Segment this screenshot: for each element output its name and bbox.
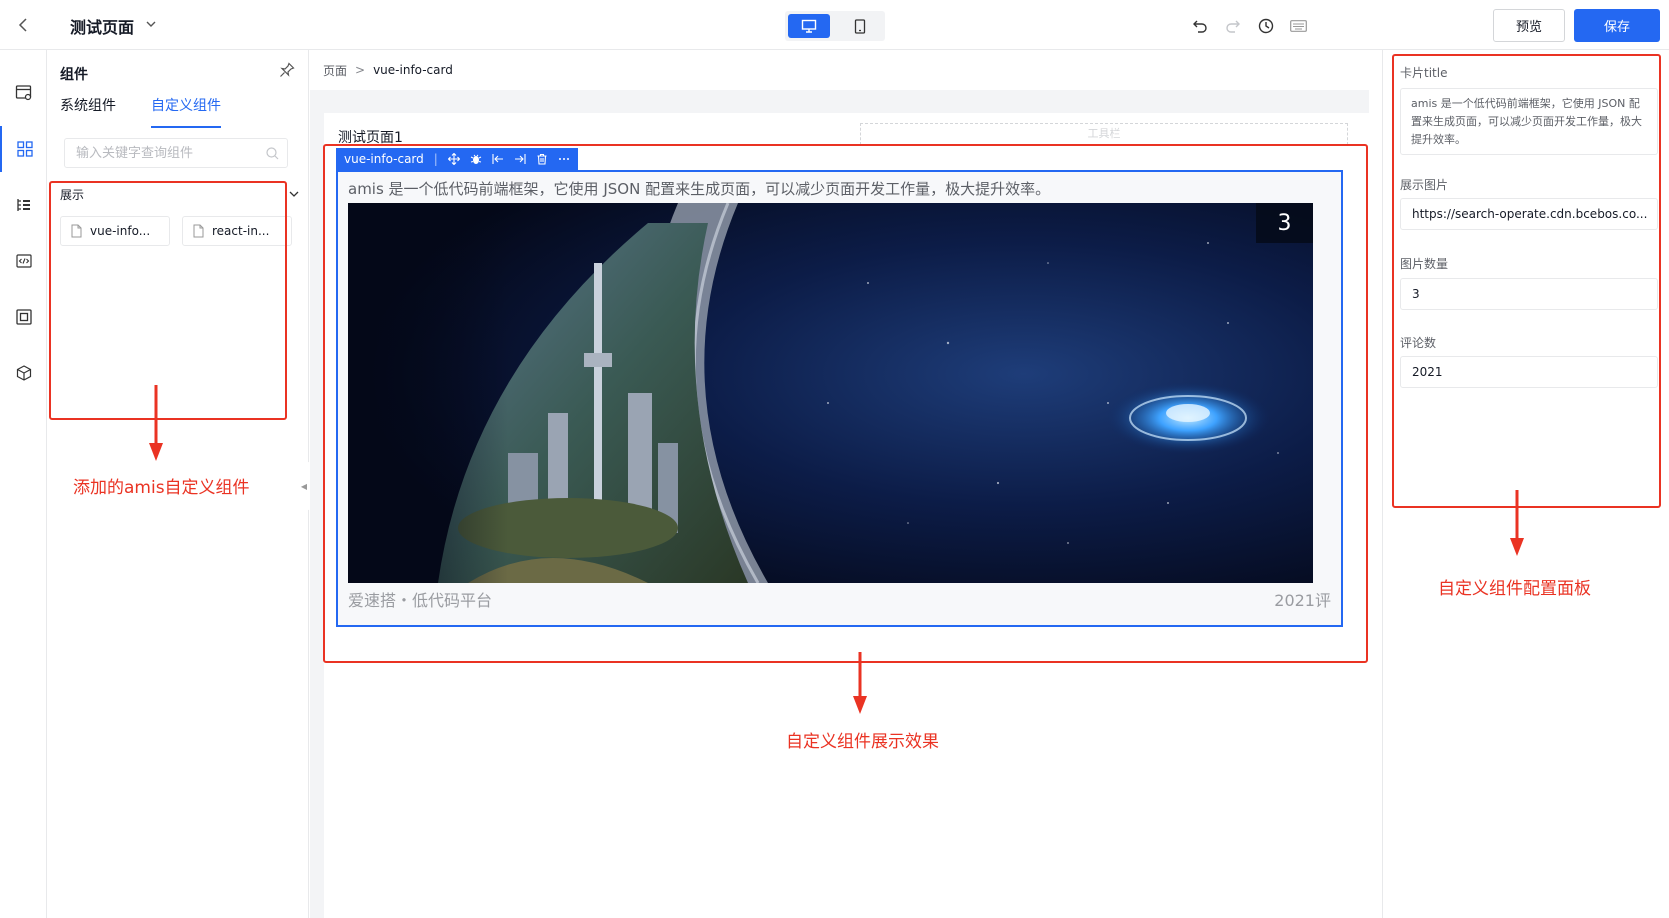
annotation-text-center: 自定义组件展示效果: [786, 732, 939, 752]
panel-title: 组件: [60, 67, 88, 83]
vue-info-card-component[interactable]: amis 是一个低代码前端框架，它使用 JSON 配置来生成页面，可以减少页面开…: [336, 170, 1343, 627]
field-label-card-title: 卡片title: [1400, 66, 1448, 80]
component-tabs: 系统组件 自定义组件: [47, 94, 309, 128]
rail-page-settings[interactable]: [0, 70, 47, 116]
breadcrumb-separator: >: [355, 63, 366, 77]
component-card-label: react-in...: [212, 224, 270, 238]
rail-outline[interactable]: [0, 182, 47, 228]
rail-dialogs[interactable]: [0, 294, 47, 340]
component-card-label: vue-info...: [90, 224, 151, 238]
page-settings-icon: [15, 85, 31, 101]
cube-icon: [16, 365, 31, 381]
sci-fi-city-illustration: [348, 203, 1313, 583]
mobile-preview-button[interactable]: [839, 14, 881, 38]
component-search-input[interactable]: [65, 139, 255, 167]
history-clock-icon[interactable]: [1257, 17, 1274, 34]
chevron-down-icon[interactable]: [288, 188, 300, 200]
breadcrumb-root[interactable]: 页面: [323, 62, 347, 79]
image-count-badge: 3: [1256, 203, 1313, 243]
move-right-icon[interactable]: [514, 153, 526, 165]
card-description: amis 是一个低代码前端框架，它使用 JSON 配置来生成页面，可以减少页面开…: [348, 180, 1051, 198]
pc-preview-button[interactable]: [788, 14, 830, 38]
tab-system-components[interactable]: 系统组件: [60, 94, 116, 128]
rail-custom-renderer[interactable]: [0, 350, 47, 396]
save-button[interactable]: 保存: [1574, 9, 1660, 42]
component-group-header[interactable]: 展示: [60, 186, 300, 206]
field-label-image-count: 图片数量: [1400, 257, 1449, 271]
comment-count-input[interactable]: 2021: [1400, 356, 1658, 388]
tab-custom-components[interactable]: 自定义组件: [151, 94, 221, 128]
preview-button[interactable]: 预览: [1493, 9, 1565, 42]
search-icon[interactable]: [266, 147, 279, 160]
component-card-vue-info[interactable]: vue-info...: [60, 216, 170, 246]
breadcrumb-current: vue-info-card: [373, 63, 453, 77]
component-search: [64, 138, 288, 168]
more-icon[interactable]: [558, 153, 570, 165]
file-icon: [71, 224, 82, 238]
rail-code[interactable]: [0, 238, 47, 284]
keyboard-icon[interactable]: [1290, 17, 1307, 34]
outline-tree-icon: [16, 199, 30, 211]
rail-components[interactable]: [0, 126, 47, 172]
selection-label: vue-info-card: [344, 152, 424, 166]
file-icon: [193, 224, 204, 238]
annotation-text-left: 添加的amis自定义组件: [73, 478, 250, 498]
selection-toolbar: vue-info-card |: [336, 148, 578, 170]
annotation-text-right: 自定义组件配置面板: [1438, 579, 1591, 599]
field-label-image: 展示图片: [1400, 178, 1449, 192]
page-preview: 测试页面1 工具栏 vue-info-card | amis 是一个低代码前端框…: [324, 113, 1384, 918]
grid-icon: [16, 141, 33, 157]
move-left-icon[interactable]: [492, 153, 504, 165]
image-url-input[interactable]: https://search-operate.cdn.bcebos.co...: [1400, 198, 1658, 230]
device-switch: [785, 11, 885, 41]
breadcrumb: 页面 > vue-info-card: [310, 50, 1369, 90]
delete-trash-icon[interactable]: [536, 153, 548, 165]
redo-icon[interactable]: [1224, 17, 1241, 34]
collapse-left-panel-handle[interactable]: ◀: [297, 462, 311, 510]
top-bar: 测试页面 预览 保存: [0, 0, 1669, 50]
chevron-down-icon[interactable]: [144, 17, 158, 31]
card-image: 3: [348, 203, 1313, 583]
field-label-comment-count: 评论数: [1400, 336, 1437, 350]
group-title: 展示: [60, 188, 85, 202]
pin-icon[interactable]: [279, 62, 295, 78]
tablet-icon: [854, 18, 866, 34]
toolbar-placeholder[interactable]: 工具栏: [860, 123, 1348, 145]
move-icon[interactable]: [447, 153, 460, 165]
editor-canvas: 页面 > vue-info-card 测试页面1 工具栏 vue-info-ca…: [310, 50, 1384, 918]
undo-icon[interactable]: [1191, 17, 1208, 34]
monitor-icon: [801, 19, 817, 33]
toolbar-divider: |: [433, 152, 438, 166]
card-footer-source: 爱速搭・低代码平台: [348, 591, 493, 610]
preview-page-title[interactable]: 测试页面1: [338, 127, 403, 147]
card-comment-count: 2021评: [1274, 591, 1331, 610]
code-icon: [15, 254, 32, 268]
image-count-input[interactable]: 3: [1400, 278, 1658, 310]
dialog-layers-icon: [15, 309, 32, 325]
debug-bug-icon[interactable]: [470, 153, 482, 165]
component-card-react-info[interactable]: react-in...: [182, 216, 292, 246]
page-title[interactable]: 测试页面: [70, 14, 134, 38]
card-title-textarea[interactable]: amis 是一个低代码前端框架，它使用 JSON 配置来生成页面，可以减少页面开…: [1400, 88, 1658, 155]
config-panel: 卡片title amis 是一个低代码前端框架，它使用 JSON 配置来生成页面…: [1382, 50, 1669, 918]
left-icon-rail: [0, 50, 47, 918]
back-arrow-icon[interactable]: [14, 15, 34, 35]
